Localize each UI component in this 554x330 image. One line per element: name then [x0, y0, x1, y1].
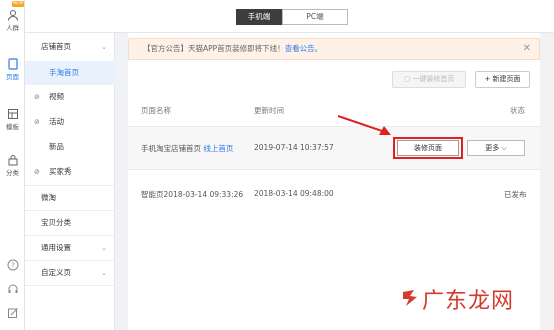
close-icon[interactable]: ✕: [523, 39, 531, 59]
subnav-label: 微淘: [41, 193, 56, 202]
subnav-item-mobile-home[interactable]: 手淘首页: [25, 61, 115, 85]
disabled-icon: ⊘: [34, 93, 40, 101]
subnav-item-custom[interactable]: 自定义页 ⌄: [25, 261, 115, 285]
disabled-icon: ⊘: [34, 118, 40, 126]
column-header-status: 状态: [510, 106, 525, 115]
page-name: 手机淘宝店铺首页: [141, 144, 201, 153]
subnav-item-buyer-show[interactable]: ⊘ 买家秀: [25, 160, 115, 184]
rail-item-category[interactable]: 分类: [0, 154, 25, 177]
watermark-logo-icon: [403, 290, 417, 306]
online-home-tag[interactable]: 线上首页: [203, 144, 233, 153]
subnav-label: 新品: [49, 142, 64, 151]
edit-page-button[interactable]: 装修页面: [397, 140, 459, 156]
new-page-button[interactable]: + 新建页面: [475, 71, 530, 88]
column-header-updated: 更新时间: [254, 106, 284, 115]
service-button[interactable]: [0, 283, 25, 296]
subnav-item-category[interactable]: 宝贝分类: [25, 211, 115, 235]
subnav-label: 买家秀: [49, 167, 72, 176]
more-button[interactable]: 更多 ⌵: [467, 140, 525, 156]
notice-bar: 【官方公告】天猫APP首页装修即将下线！查看公告。 ✕: [128, 38, 540, 60]
subnav-item-new[interactable]: 新品: [25, 135, 115, 159]
arrow-icon: [337, 115, 391, 135]
help-icon: ?: [7, 259, 18, 271]
more-label: 更多: [485, 144, 500, 152]
row-updated: 2018-03-14 09:48:00: [254, 189, 334, 198]
tab-pc[interactable]: PC端: [282, 9, 348, 25]
rail-item-page[interactable]: 页面: [0, 58, 25, 81]
subnav-item-activity[interactable]: ⊘ 活动: [25, 110, 115, 134]
edit-icon: [7, 308, 18, 318]
page-icon: [7, 58, 18, 70]
feedback-button[interactable]: [0, 307, 25, 320]
subnav-item-shop-home[interactable]: 店铺首页 ⌄: [25, 35, 115, 59]
rail-item-crowd[interactable]: 人群: [0, 9, 25, 32]
notice-link[interactable]: 查看公告。: [285, 44, 323, 53]
row-name: 智能页2018-03-14 09:33:26: [141, 190, 244, 199]
subnav-label: 店铺首页: [41, 42, 71, 51]
chevron-down-icon: ⌄: [101, 43, 107, 51]
top-bar: 手机端 PC端: [0, 0, 554, 33]
lock-icon: [8, 155, 17, 166]
left-rail: NEW 人群 页面 模板 分类 ?: [0, 0, 25, 330]
sub-nav: 店铺首页 ⌄ 手淘首页 ⊘ 视频 ⊘ 活动 新品 ⊘ 买家秀 微淘 宝贝分类 通用设置 ⌄…: [25, 33, 115, 330]
subnav-item-video[interactable]: ⊘ 视频: [25, 85, 115, 109]
help-button[interactable]: ?: [0, 259, 25, 272]
tab-mobile[interactable]: 手机端: [236, 9, 282, 25]
new-badge: NEW: [12, 1, 24, 7]
one-click-decorate-button[interactable]: ▢ 一键装修首页: [392, 71, 466, 88]
notice-text: 【官方公告】天猫APP首页装修即将下线！查看公告。: [143, 39, 322, 59]
subnav-item-weitao[interactable]: 微淘: [25, 186, 115, 210]
rail-item-template[interactable]: 模板: [0, 108, 25, 131]
divider: [25, 285, 115, 286]
headset-icon: [8, 284, 17, 293]
subnav-label: 视频: [49, 92, 64, 101]
row-name: 手机淘宝店铺首页 线上首页: [141, 143, 233, 154]
user-icon: [7, 10, 18, 21]
one-click-label: 一键装修首页: [412, 75, 455, 83]
subnav-label: 手淘首页: [49, 68, 79, 77]
rail-label-category: 分类: [6, 169, 19, 177]
template-icon: [7, 109, 18, 119]
svg-text:?: ?: [11, 262, 15, 270]
disabled-icon: ⊘: [34, 168, 40, 176]
subnav-label: 活动: [49, 117, 64, 126]
column-header-name: 页面名称: [141, 106, 171, 115]
chevron-down-icon: ⌄: [101, 244, 107, 252]
subnav-label: 宝贝分类: [41, 218, 71, 227]
row-updated: 2019-07-14 10:37:57: [254, 143, 334, 152]
status-badge: 已发布: [504, 190, 527, 199]
rail-label-page: 页面: [6, 73, 19, 81]
rail-label-template: 模板: [6, 123, 19, 131]
rail-label-crowd: 人群: [6, 24, 19, 32]
chevron-down-icon: ⌵: [501, 144, 507, 152]
notice-prefix: 【官方公告】天猫APP首页装修即将下线！: [143, 44, 285, 53]
subnav-label: 通用设置: [41, 243, 71, 252]
watermark-text: 广东龙网: [422, 289, 515, 314]
chevron-down-icon: ⌄: [101, 269, 107, 277]
subnav-item-settings[interactable]: 通用设置 ⌄: [25, 236, 115, 260]
scrollbar[interactable]: [540, 33, 554, 330]
subnav-label: 自定义页: [41, 268, 71, 277]
